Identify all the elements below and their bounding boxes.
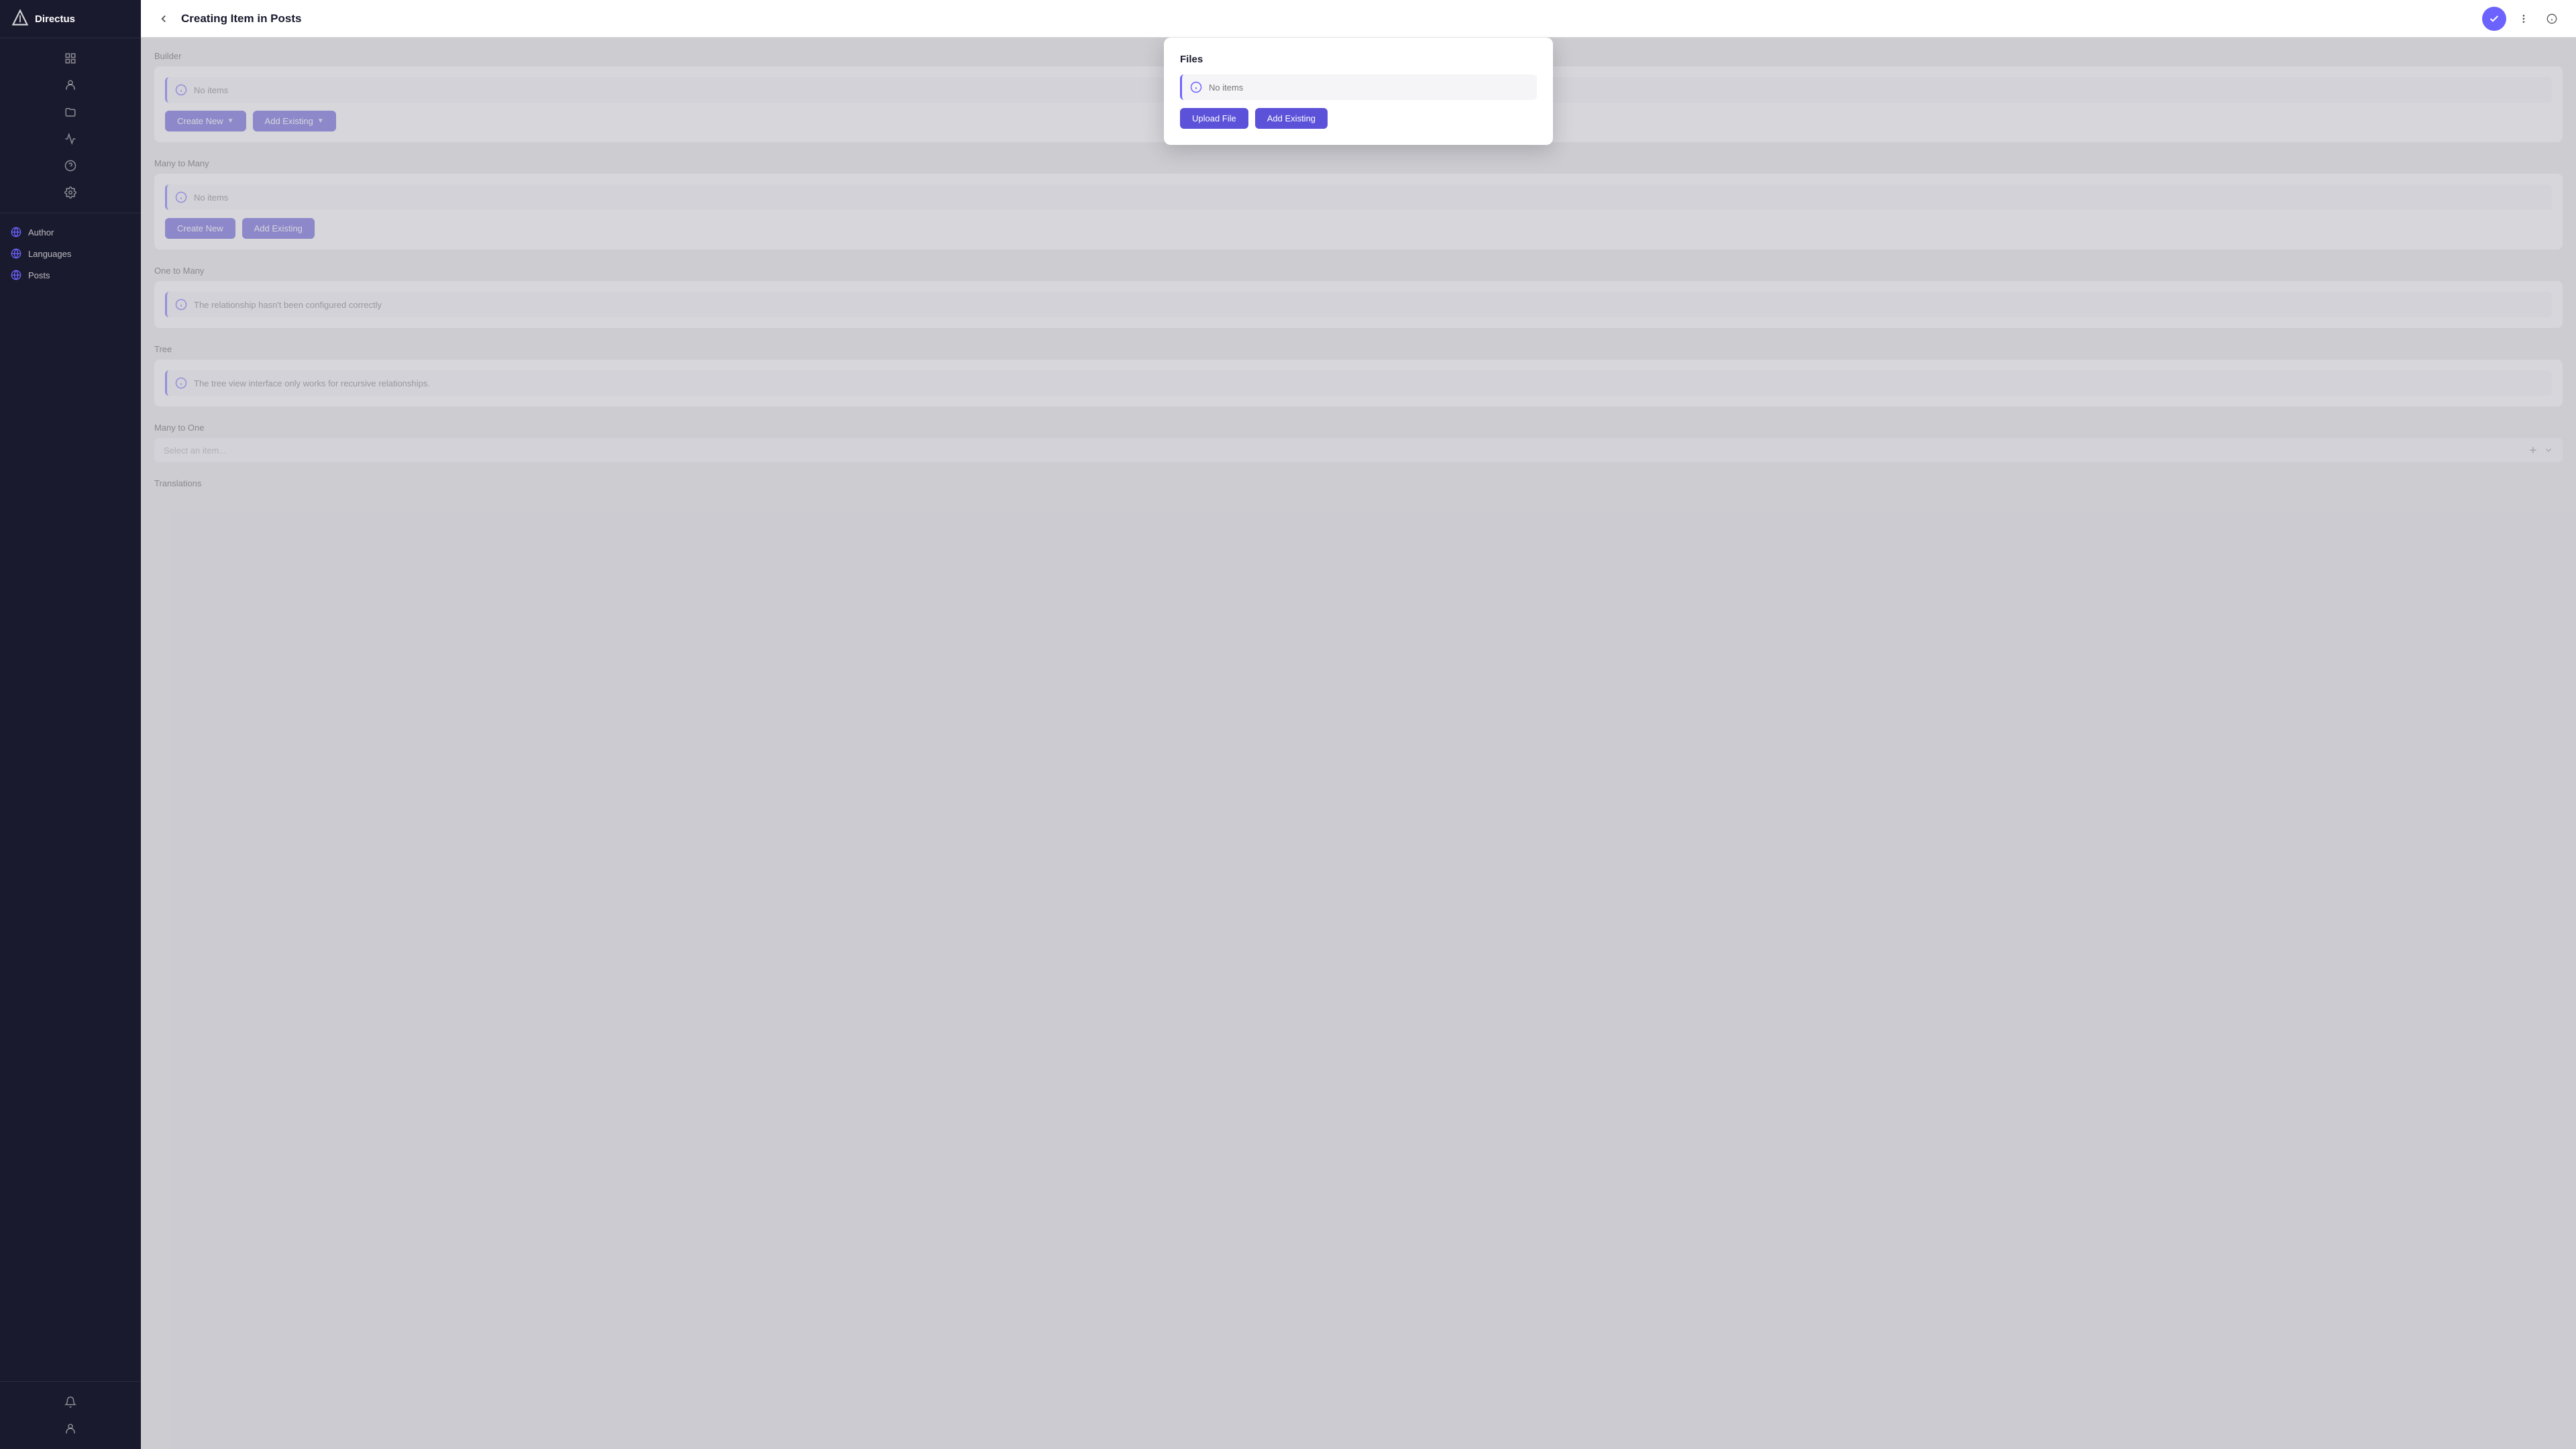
nav-icon-activity[interactable] xyxy=(58,127,83,151)
page-title: Creating Item in Posts xyxy=(181,12,2474,25)
main: Creating Item in Posts Builder xyxy=(141,0,2576,1449)
nav-icon-users[interactable] xyxy=(58,73,83,97)
nav-icon-languages xyxy=(11,248,21,259)
modal-title: Files xyxy=(1180,54,1537,65)
content: Builder No items Create New ▼ Add Existi… xyxy=(141,38,2576,1449)
save-button[interactable] xyxy=(2482,7,2506,31)
sidebar-notifications-icon[interactable] xyxy=(58,1390,83,1414)
nav-icon-author xyxy=(11,227,21,237)
modal-btn-row: Upload File Add Existing xyxy=(1180,108,1537,129)
sidebar-item-posts-label: Posts xyxy=(28,270,50,280)
sidebar-icons xyxy=(0,38,141,213)
modal-overlay: Files No items Upload File Add Existing xyxy=(141,38,2576,1449)
nav-icon-layout[interactable] xyxy=(58,46,83,70)
sidebar-item-languages-label: Languages xyxy=(28,249,71,259)
add-existing-button[interactable]: Add Existing xyxy=(1255,108,1328,129)
back-button[interactable] xyxy=(154,9,173,28)
header: Creating Item in Posts xyxy=(141,0,2576,38)
modal-no-items-text: No items xyxy=(1209,83,1243,93)
header-actions xyxy=(2482,7,2563,31)
sidebar-item-author-label: Author xyxy=(28,227,54,237)
nav-icon-folder[interactable] xyxy=(58,100,83,124)
sidebar: Directus xyxy=(0,0,141,1449)
sidebar-bottom xyxy=(0,1381,141,1449)
files-modal: Files No items Upload File Add Existing xyxy=(1164,38,1553,145)
sidebar-nav: Author Languages Posts xyxy=(0,213,141,1381)
sidebar-item-author[interactable]: Author xyxy=(0,221,141,243)
nav-icon-settings[interactable] xyxy=(58,180,83,205)
modal-info-icon xyxy=(1190,81,1202,93)
nav-icon-help[interactable] xyxy=(58,154,83,178)
more-options-button[interactable] xyxy=(2513,8,2534,30)
sidebar-item-posts[interactable]: Posts xyxy=(0,264,141,286)
nav-icon-posts xyxy=(11,270,21,280)
sidebar-item-languages[interactable]: Languages xyxy=(0,243,141,264)
modal-no-items: No items xyxy=(1180,74,1537,100)
info-button[interactable] xyxy=(2541,8,2563,30)
logo-icon xyxy=(11,9,30,28)
sidebar-logo[interactable]: Directus xyxy=(0,0,141,38)
sidebar-user-icon[interactable] xyxy=(58,1417,83,1441)
sidebar-logo-text: Directus xyxy=(35,13,75,25)
upload-file-button[interactable]: Upload File xyxy=(1180,108,1248,129)
